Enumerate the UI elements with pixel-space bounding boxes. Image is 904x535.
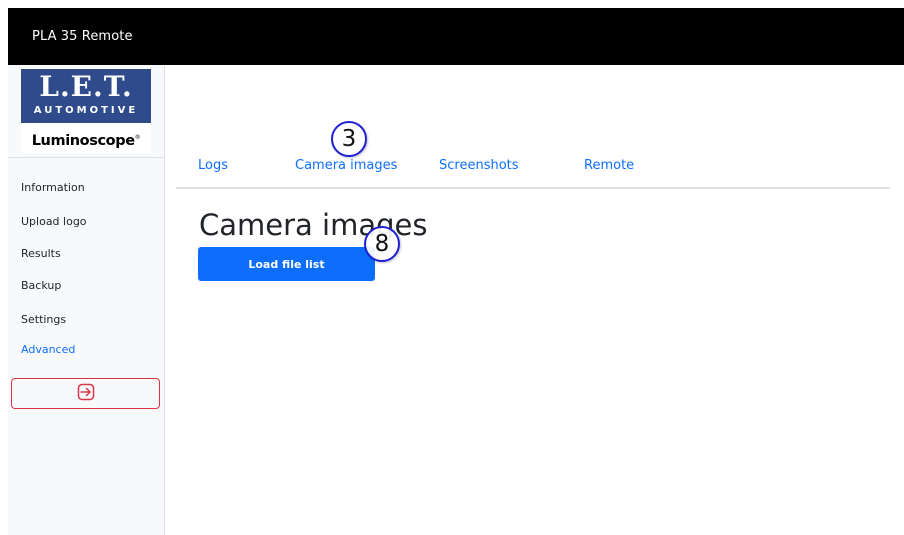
app-window: PLA 35 Remote L.E.T. AUTOMOTIVE Luminosc… [8, 8, 904, 535]
logo-badge: L.E.T. AUTOMOTIVE [21, 69, 151, 123]
logo-product-name: Luminoscope [31, 132, 135, 149]
sidebar-item-backup[interactable]: Backup [21, 279, 61, 292]
title-bar: PLA 35 Remote [8, 8, 904, 65]
sidebar-item-upload-logo[interactable]: Upload logo [21, 215, 87, 228]
sidebar-item-advanced[interactable]: Advanced [21, 343, 75, 356]
logout-button[interactable] [11, 378, 160, 409]
sidebar-item-settings[interactable]: Settings [21, 313, 66, 326]
company-logo: L.E.T. AUTOMOTIVE Luminoscope® [21, 69, 151, 153]
registered-mark: ® [134, 134, 141, 141]
tab-screenshots[interactable]: Screenshots [439, 158, 519, 173]
logo-product: Luminoscope® [21, 127, 151, 153]
logo-brand-sub: AUTOMOTIVE [33, 105, 139, 116]
load-file-list-button[interactable]: Load file list [198, 247, 375, 281]
logo-brand-top: L.E.T. [39, 70, 133, 103]
sidebar: L.E.T. AUTOMOTIVE Luminoscope® Informati… [8, 65, 165, 535]
tab-camera-images[interactable]: Camera images [295, 158, 397, 173]
tab-logs[interactable]: Logs [198, 158, 228, 173]
window-title: PLA 35 Remote [32, 29, 133, 44]
annotation-marker-3: 3 [331, 121, 367, 157]
sidebar-item-information[interactable]: Information [21, 181, 85, 194]
tab-bar: Logs Camera images Screenshots Remote [176, 150, 890, 190]
sidebar-divider [8, 157, 164, 158]
tabs-underline [176, 187, 890, 189]
annotation-marker-8: 8 [364, 226, 400, 262]
logout-icon [76, 382, 96, 406]
tab-remote[interactable]: Remote [584, 158, 634, 173]
sidebar-item-results[interactable]: Results [21, 247, 61, 260]
